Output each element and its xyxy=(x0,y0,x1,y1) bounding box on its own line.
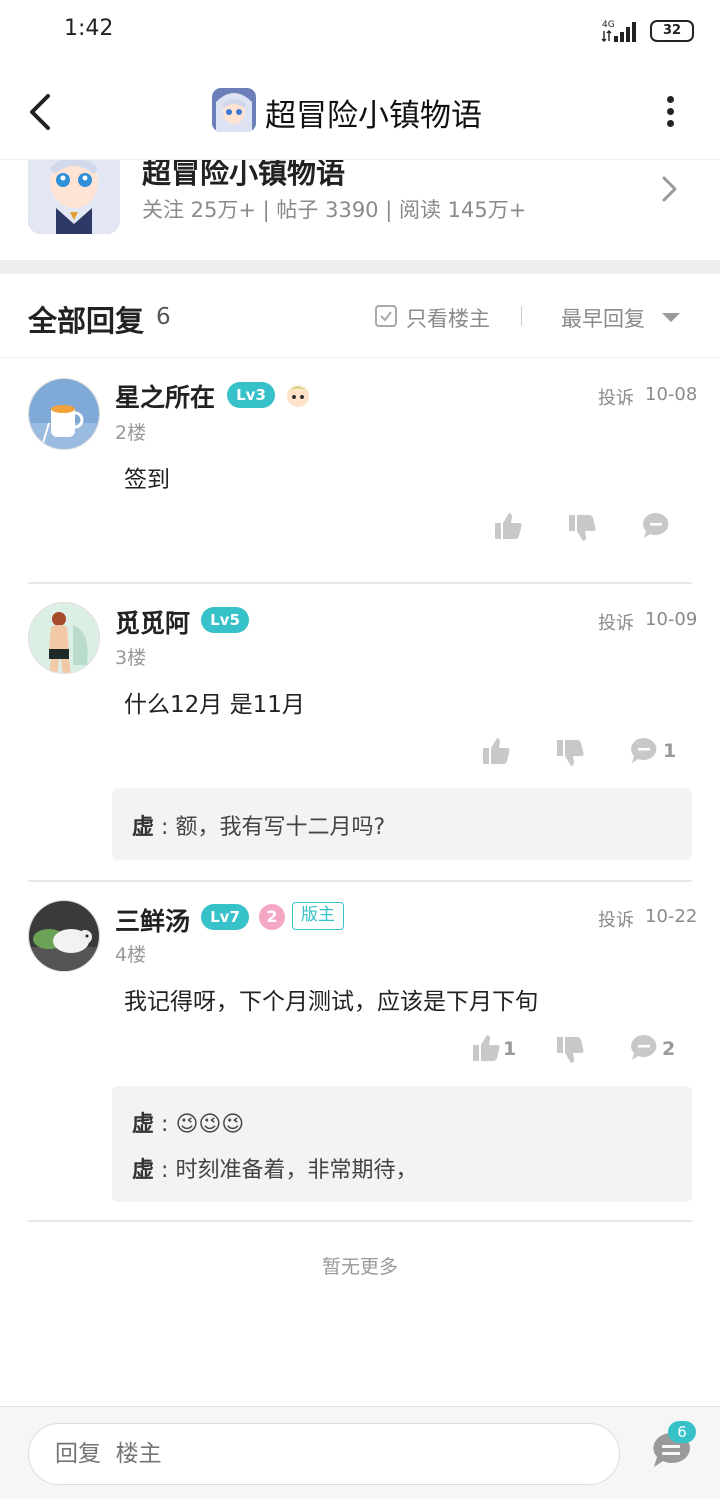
signal-icon: 4G xyxy=(601,20,636,42)
battery-level: 32 xyxy=(662,23,682,38)
reply-post: 三鲜汤 Lv7 2 版主 4楼 投诉 10-22 我记得呀，下个月测试，应该是下… xyxy=(0,882,720,1224)
report-link[interactable]: 投诉 xyxy=(598,384,634,410)
floor-number: 3楼 xyxy=(115,647,147,669)
post-divider xyxy=(28,1220,692,1222)
only-op-label[interactable]: 只看楼主 xyxy=(406,303,490,333)
thumbs-up-icon[interactable] xyxy=(492,510,524,542)
avatar[interactable] xyxy=(28,900,100,972)
avatar[interactable] xyxy=(28,378,100,450)
check-icon xyxy=(380,311,392,322)
sub-reply-text: 额，我有写十二月吗? xyxy=(175,815,386,840)
sub-reply-author[interactable]: 虚 xyxy=(132,815,154,840)
comment-count: 2 xyxy=(662,1038,676,1060)
username[interactable]: 星之所在 xyxy=(115,378,215,414)
forum-avatar xyxy=(28,160,120,234)
level-badge: Lv7 xyxy=(201,904,249,930)
sub-reply: 虚 : 额，我有写十二月吗? xyxy=(132,809,385,841)
post-date: 10-22 xyxy=(645,906,698,927)
sub-reply-emoji: 😉😉😉 xyxy=(175,1112,245,1137)
comment-icon[interactable] xyxy=(628,1032,660,1064)
thumbs-down-icon[interactable] xyxy=(554,737,586,769)
back-arrow-icon[interactable] xyxy=(24,90,60,134)
thumbs-down-icon[interactable] xyxy=(566,512,598,544)
post-content: 什么12月 是11月 xyxy=(124,692,305,718)
page-title: 超冒险小镇物语 xyxy=(265,98,482,134)
rank-badge: 2 xyxy=(259,904,285,930)
reply-post: 觅觅阿 Lv5 3楼 投诉 10-09 什么12月 是11月 1 虚 : 额，我… xyxy=(0,584,720,882)
replies-header: 全部回复 6 只看楼主 最早回复 xyxy=(0,274,720,358)
thumbs-up-icon[interactable] xyxy=(480,735,512,767)
status-bar: 1:42 4G 32 xyxy=(0,0,720,64)
sub-reply-separator: : xyxy=(161,1158,169,1183)
sort-dropdown[interactable]: 最早回复 xyxy=(561,303,645,333)
thumbs-up-icon[interactable] xyxy=(470,1032,502,1064)
username[interactable]: 三鲜汤 xyxy=(115,902,190,938)
battery-icon: 32 xyxy=(650,20,694,42)
thumbs-down-icon[interactable] xyxy=(554,1034,586,1066)
sub-reply: 虚 : 时刻准备着，非常期待， xyxy=(132,1152,417,1184)
forum-name: 超冒险小镇物语 xyxy=(142,160,346,190)
comment-icon[interactable] xyxy=(640,510,672,542)
comment-count: 1 xyxy=(663,740,677,762)
top-app-bar: 超冒险小镇物语 xyxy=(0,64,720,160)
report-link[interactable]: 投诉 xyxy=(598,609,634,635)
forum-stats: 关注 25万+ | 帖子 3390 | 阅读 145万+ xyxy=(142,198,527,222)
bottom-reply-bar: 6 xyxy=(0,1406,720,1499)
post-date: 10-08 xyxy=(645,384,698,405)
sub-reply: 虚 : 😉😉😉 xyxy=(132,1106,244,1138)
forum-icon-small xyxy=(212,88,256,132)
sub-replies-box[interactable]: 虚 : 😉😉😉 虚 : 时刻准备着，非常期待， xyxy=(112,1086,692,1202)
reply-input[interactable] xyxy=(28,1423,620,1485)
sub-reply-author[interactable]: 虚 xyxy=(132,1158,154,1183)
only-op-checkbox[interactable] xyxy=(375,305,397,327)
floor-number: 2楼 xyxy=(115,422,147,444)
level-badge: Lv5 xyxy=(201,607,249,633)
chevron-right-icon xyxy=(662,176,677,202)
more-options-icon[interactable] xyxy=(656,94,684,132)
sub-reply-separator: : xyxy=(161,815,169,840)
report-link[interactable]: 投诉 xyxy=(598,906,634,932)
caret-down-icon[interactable] xyxy=(662,313,680,322)
post-date: 10-09 xyxy=(645,609,698,630)
all-replies-title: 全部回复 xyxy=(28,304,145,338)
moderator-badge: 版主 xyxy=(292,902,344,930)
sub-replies-box[interactable]: 虚 : 额，我有写十二月吗? xyxy=(112,788,692,860)
level-badge: Lv3 xyxy=(227,382,275,408)
sub-reply-text: 时刻准备着，非常期待， xyxy=(175,1158,418,1183)
post-content: 签到 xyxy=(124,467,170,493)
post-content: 我记得呀，下个月测试，应该是下月下旬 xyxy=(124,989,538,1015)
reply-post: 星之所在 Lv3 2楼 投诉 10-08 签到 xyxy=(0,358,720,584)
character-badge-icon xyxy=(287,385,309,407)
like-count: 1 xyxy=(503,1038,517,1060)
replies-count: 6 xyxy=(156,304,171,330)
status-time: 1:42 xyxy=(64,16,114,41)
section-gap xyxy=(0,260,720,274)
comment-count-badge: 6 xyxy=(668,1421,696,1443)
network-label: 4G xyxy=(602,20,615,30)
avatar[interactable] xyxy=(28,602,100,674)
no-more-text: 暂无更多 xyxy=(321,1256,398,1278)
forum-card[interactable]: 超冒险小镇物语 关注 25万+ | 帖子 3390 | 阅读 145万+ xyxy=(0,160,720,260)
username[interactable]: 觅觅阿 xyxy=(115,604,190,640)
sub-reply-separator: : xyxy=(161,1112,169,1137)
divider xyxy=(521,306,522,326)
floor-number: 4楼 xyxy=(115,944,147,966)
sub-reply-author[interactable]: 虚 xyxy=(132,1112,154,1137)
comment-icon[interactable] xyxy=(628,735,660,767)
